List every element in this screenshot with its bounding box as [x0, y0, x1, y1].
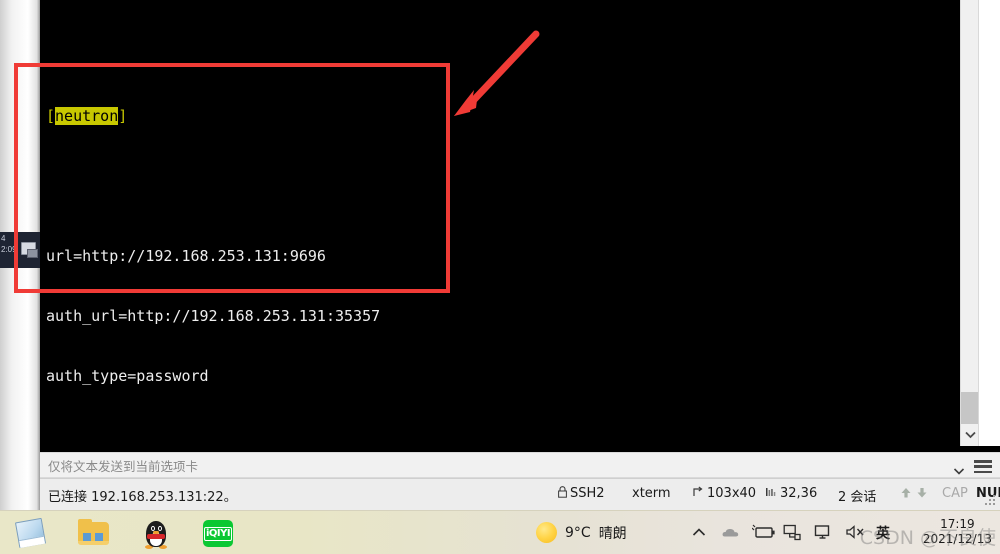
terminal-output[interactable]: [neutron] url=http://192.168.253.131:969…: [40, 0, 960, 554]
cursor-position-icon: [765, 486, 776, 502]
qq-icon[interactable]: [138, 515, 174, 551]
screen-size-value: 103x40: [707, 486, 757, 501]
chevron-up-icon[interactable]: [690, 524, 708, 542]
hamburger-menu-icon[interactable]: [970, 458, 996, 475]
tray-fragment-line2: 2:09: [1, 245, 17, 254]
clock-time: 17:19: [940, 517, 975, 531]
iqiyi-badge-text: iQIYI: [203, 526, 233, 541]
resize-grip[interactable]: [985, 495, 997, 507]
send-text-bar[interactable]: 仅将文本发送到当前选项卡: [40, 452, 1000, 478]
tray-fragment-line1: 4: [1, 234, 6, 243]
vim-status-line: -- INSERT -- 7616,36 66%: [40, 420, 960, 520]
app-status-bar: 已连接 192.168.253.131:22。 SSH2 xterm 103x4…: [40, 478, 1000, 510]
cursor-position-value: 32,36: [780, 486, 818, 501]
scroll-down-button[interactable]: [961, 424, 979, 446]
config-line: url=http://192.168.253.131:9696: [46, 247, 326, 265]
volume-muted-icon[interactable]: [845, 524, 864, 542]
clock-date: 2021/12/13: [922, 532, 992, 546]
display-icon[interactable]: [814, 524, 832, 542]
screen: 4 2:09 [neutron] url=http://192.168.253.…: [0, 0, 1000, 554]
battery-charging-icon[interactable]: [751, 524, 775, 542]
screen-size-icon: [692, 486, 703, 502]
emulation-label: xterm: [632, 486, 671, 501]
chevron-down-icon: [964, 431, 976, 439]
message-icon: [21, 242, 38, 258]
weather-condition: 晴朗: [598, 525, 627, 542]
protocol-label: SSH2: [570, 486, 605, 501]
scrollbar-thumb[interactable]: [961, 392, 979, 424]
config-line: auth_type=password: [46, 367, 209, 385]
bracket-close: ]: [118, 107, 128, 125]
taskbar-weather-widget[interactable]: 9°C 晴朗: [536, 522, 627, 543]
system-tray: 英: [690, 523, 890, 543]
lock-icon: [558, 486, 567, 502]
chevron-down-icon: [953, 468, 965, 475]
sun-icon: [536, 522, 557, 543]
config-line: auth_url=http://192.168.253.131:35357: [46, 307, 381, 325]
weather-temperature: 9°C: [565, 524, 591, 541]
transfer-indicators: [900, 486, 932, 503]
network-monitor-icon[interactable]: [783, 524, 801, 542]
file-explorer-icon[interactable]: [76, 515, 112, 551]
connection-status: 已连接 192.168.253.131:22。: [48, 490, 237, 505]
taskbar-clock[interactable]: 17:19 2021/12/13: [923, 517, 992, 547]
caps-lock-indicator: CAP: [942, 486, 968, 501]
send-text-placeholder: 仅将文本发送到当前选项卡: [48, 458, 199, 474]
tray-fragment[interactable]: 4 2:09: [0, 232, 40, 268]
terminal-scrollbar[interactable]: [960, 0, 979, 446]
notepad-icon[interactable]: [14, 515, 50, 551]
cloud-icon[interactable]: [721, 524, 739, 542]
ini-section-header: [neutron]: [46, 106, 960, 126]
session-count: 2 会话: [838, 490, 877, 505]
scrollbar-gutter-filler: [978, 0, 1000, 446]
windows-taskbar[interactable]: iQIYI 9°C 晴朗 英 17:19 2021/12/13 CSDN @不良…: [0, 510, 1000, 554]
iqiyi-icon[interactable]: iQIYI: [200, 515, 236, 551]
ime-indicator[interactable]: 英: [876, 523, 890, 543]
bracket-open: [: [46, 107, 56, 125]
section-name: neutron: [55, 107, 119, 125]
taskbar-pinned-apps: iQIYI: [14, 515, 236, 551]
